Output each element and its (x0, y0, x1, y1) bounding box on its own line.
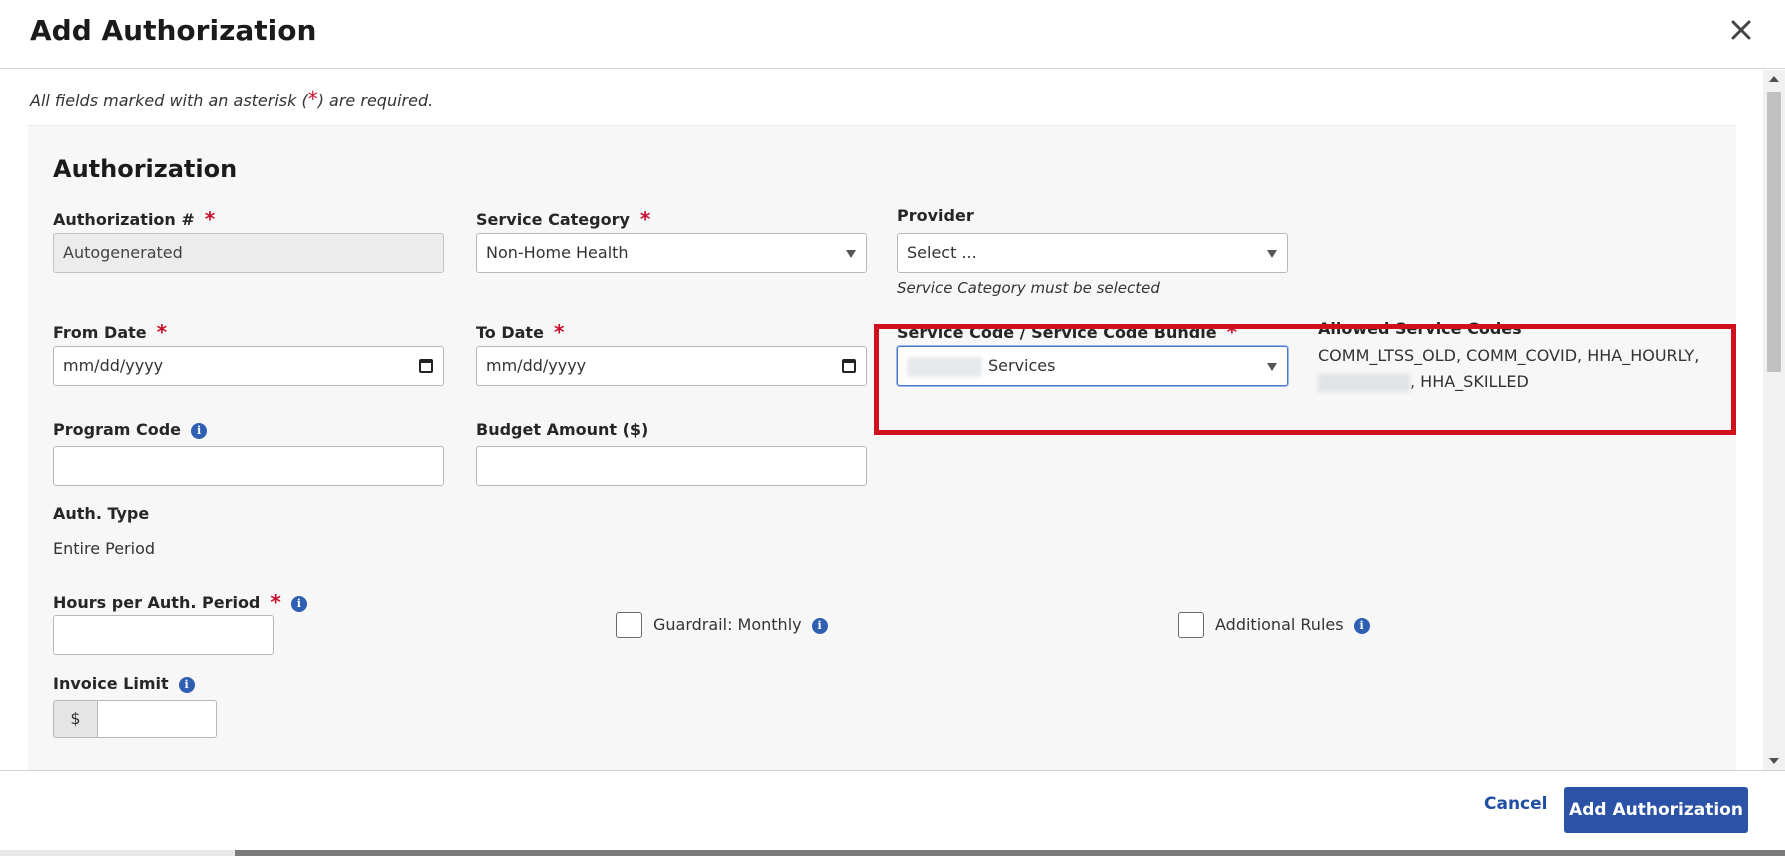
scroll-thumb[interactable] (1767, 92, 1781, 372)
authorization-panel: Authorization Authorization # * Autogener… (28, 125, 1736, 770)
additional-rules-label: Additional Rules i (1215, 615, 1370, 635)
close-icon[interactable] (1723, 12, 1759, 48)
service-category-label: Service Category * (476, 206, 651, 231)
calendar-icon[interactable] (842, 359, 856, 373)
cancel-button[interactable]: Cancel (1484, 794, 1547, 814)
calendar-icon[interactable] (419, 359, 433, 373)
note-suffix: ) are required. (317, 91, 434, 110)
section-title: Authorization (53, 155, 238, 183)
required-asterisk: * (553, 320, 565, 344)
program-code-label-text: Program Code (53, 420, 182, 439)
to-date-input[interactable]: mm/dd/yyyy (476, 346, 867, 386)
additional-rules-label-text: Additional Rules (1215, 615, 1344, 634)
guardrail-monthly-label: Guardrail: Monthly i (653, 615, 828, 635)
provider-label-text: Provider (897, 206, 974, 225)
program-code-label: Program Code i (53, 420, 208, 440)
auth-number-label-text: Authorization # (53, 210, 195, 229)
required-asterisk: * (156, 320, 168, 344)
modal-body[interactable]: All fields marked with an asterisk (*) a… (0, 70, 1763, 770)
chevron-down-icon (846, 250, 856, 258)
info-icon[interactable]: i (290, 596, 307, 612)
from-date-placeholder: mm/dd/yyyy (63, 356, 164, 375)
provider-hint: Service Category must be selected (897, 279, 1160, 297)
highlight-box (874, 324, 1736, 435)
to-date-label-text: To Date (476, 323, 544, 342)
from-date-label-text: From Date (53, 323, 147, 342)
service-category-label-text: Service Category (476, 210, 630, 229)
provider-value: Select ... (907, 243, 977, 262)
from-date-label: From Date * (53, 319, 168, 344)
to-date-placeholder: mm/dd/yyyy (486, 356, 587, 375)
budget-amount-label-text: Budget Amount ($) (476, 420, 649, 439)
background-strip (0, 850, 1785, 856)
modal-footer: Cancel Add Authorization (0, 770, 1785, 850)
additional-rules-checkbox[interactable] (1178, 612, 1204, 638)
guardrail-monthly-checkbox[interactable] (616, 612, 642, 638)
hours-per-period-label-text: Hours per Auth. Period (53, 593, 261, 612)
from-date-input[interactable]: mm/dd/yyyy (53, 346, 444, 386)
invoice-limit-label-text: Invoice Limit (53, 674, 169, 693)
scroll-up-icon[interactable] (1769, 76, 1779, 82)
info-icon[interactable]: i (811, 618, 828, 634)
add-authorization-button[interactable]: Add Authorization (1564, 787, 1748, 833)
background-strip-left (0, 850, 235, 856)
add-authorization-modal: Add Authorization All fields marked with… (0, 0, 1785, 850)
invoice-limit-label: Invoice Limit i (53, 674, 195, 694)
service-category-value: Non-Home Health (486, 243, 629, 262)
modal-title: Add Authorization (30, 14, 317, 47)
currency-addon: $ (53, 700, 97, 738)
budget-amount-input[interactable] (476, 446, 867, 486)
auth-type-value: Entire Period (53, 539, 156, 558)
hours-per-period-label: Hours per Auth. Period * i (53, 589, 307, 614)
budget-amount-label: Budget Amount ($) (476, 420, 648, 439)
vertical-scrollbar[interactable] (1763, 70, 1785, 770)
note-prefix: All fields marked with an asterisk ( (30, 91, 308, 110)
to-date-label: To Date * (476, 319, 565, 344)
hours-per-period-input[interactable] (53, 615, 274, 655)
invoice-limit-input[interactable] (97, 700, 217, 738)
required-fields-note: All fields marked with an asterisk (*) a… (30, 87, 433, 111)
service-category-select[interactable]: Non-Home Health (476, 233, 867, 273)
provider-label: Provider (897, 206, 974, 225)
info-icon[interactable]: i (178, 677, 195, 693)
provider-select[interactable]: Select ... (897, 233, 1288, 273)
modal-header: Add Authorization (0, 0, 1785, 69)
required-asterisk: * (204, 207, 216, 231)
required-asterisk: * (639, 207, 651, 231)
scroll-down-icon[interactable] (1769, 758, 1779, 764)
guardrail-label-text: Guardrail: Monthly (653, 615, 802, 634)
program-code-input[interactable] (53, 446, 444, 486)
note-asterisk: * (307, 87, 318, 111)
info-icon[interactable]: i (1353, 618, 1370, 634)
auth-number-input[interactable]: Autogenerated (53, 233, 444, 273)
required-asterisk: * (270, 590, 281, 614)
chevron-down-icon (1267, 250, 1277, 258)
info-icon[interactable]: i (191, 423, 208, 439)
auth-type-label: Auth. Type (53, 504, 150, 523)
auth-number-label: Authorization # * (53, 206, 216, 231)
